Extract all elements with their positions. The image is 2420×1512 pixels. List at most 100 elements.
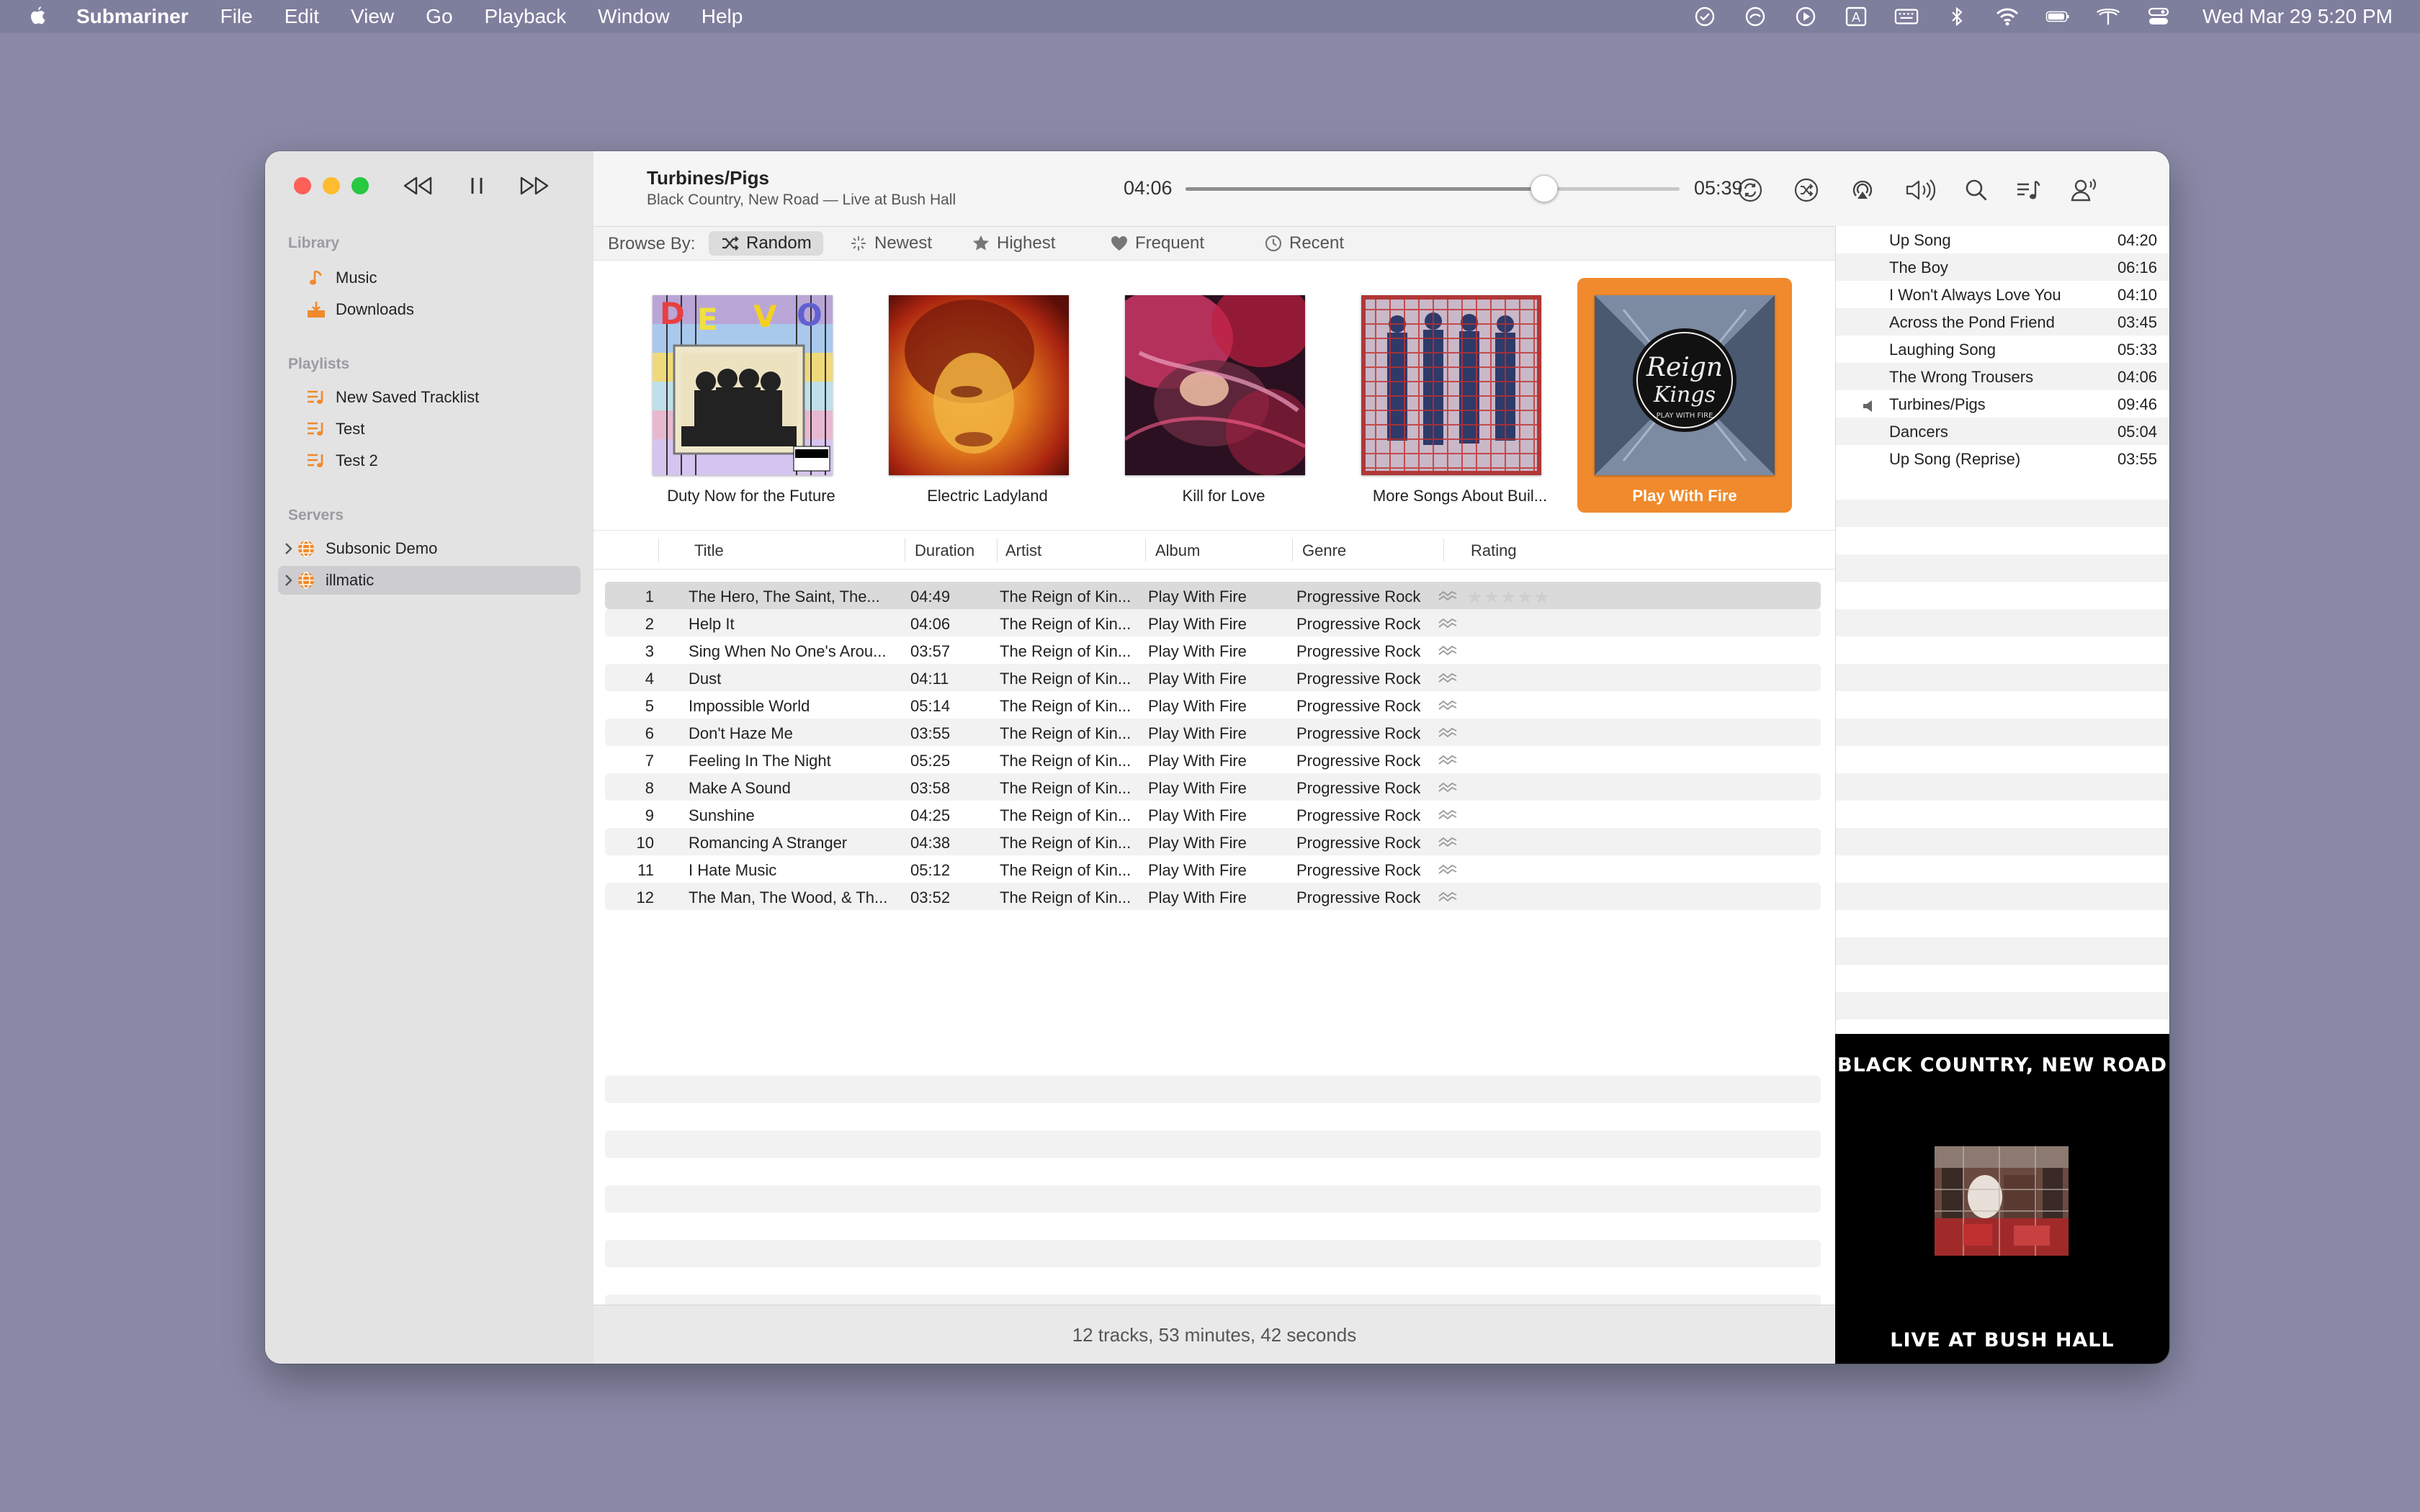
track-title: Sunshine [689, 806, 755, 824]
browse-recent-button[interactable]: Recent [1252, 231, 1355, 256]
sidebar-item-illmatic[interactable]: illmatic [278, 566, 581, 595]
bluetooth-icon[interactable] [1945, 6, 1969, 27]
app-menu[interactable]: Submariner [76, 5, 189, 28]
queue-item[interactable]: The Boy 06:16 [1836, 253, 2169, 281]
go-menu[interactable]: Go [426, 5, 452, 28]
disclosure-chevron-icon[interactable] [284, 573, 294, 592]
file-menu[interactable]: File [220, 5, 253, 28]
browse-bar: Browse By: Random Newest Highest Frequen… [593, 227, 1835, 261]
apple-menu-icon[interactable] [27, 5, 49, 28]
network-icon[interactable] [2096, 6, 2120, 27]
table-row[interactable]: 1 The Hero, The Saint, The... 04:49 The Rei… [605, 582, 1821, 609]
album-tile[interactable]: More Songs About Buil... [1344, 278, 1547, 513]
table-row[interactable]: 2 Help It 04:06 The Reign of Kin... Play Wit… [605, 609, 1821, 636]
menu-clock[interactable]: Wed Mar 29 5:20 PM [2202, 5, 2393, 28]
playback-menu[interactable]: Playback [485, 5, 567, 28]
keyboard-icon[interactable] [1894, 6, 1919, 27]
browse-frequent-button[interactable]: Frequent [1098, 231, 1216, 256]
sidebar-item-music[interactable]: Music [278, 264, 581, 292]
album-tile[interactable]: Electric Ladyland [871, 278, 1069, 513]
queue-item[interactable]: Dancers 05:04 [1836, 418, 2169, 445]
progress-slider[interactable] [1186, 175, 1680, 202]
window-zoom-button[interactable] [351, 177, 369, 194]
shuffle-button[interactable] [1791, 176, 1822, 204]
album-tile[interactable]: Kill for Love [1108, 278, 1305, 513]
queue-empty-row [1836, 719, 2169, 746]
repeat-button[interactable] [1734, 176, 1766, 204]
table-row[interactable]: 10 Romancing A Stranger 04:38 The Reign of … [605, 828, 1821, 855]
browse-highest-button[interactable]: Highest [959, 231, 1067, 256]
volume-button[interactable] [1904, 176, 1936, 204]
album-cover: D E V O [653, 295, 833, 475]
queue-item[interactable]: Laughing Song 05:33 [1836, 336, 2169, 363]
queue-item[interactable]: Turbines/Pigs 09:46 [1836, 390, 2169, 418]
window-menu[interactable]: Window [598, 5, 670, 28]
queue-item[interactable]: The Wrong Trousers 04:06 [1836, 363, 2169, 390]
table-row[interactable]: 4 Dust 04:11 The Reign of Kin... Play With F… [605, 664, 1821, 691]
column-header-duration[interactable]: Duration [915, 541, 974, 560]
account-button[interactable] [2069, 176, 2100, 204]
queue-item-duration: 04:10 [2117, 286, 2157, 304]
empty-row [605, 1130, 1821, 1158]
focus-icon[interactable] [1743, 6, 1767, 27]
battery-icon[interactable] [2045, 6, 2070, 27]
browse-newest-button[interactable]: Newest [837, 231, 944, 256]
playlist-icon [305, 418, 327, 440]
column-header-rating[interactable]: Rating [1471, 541, 1517, 560]
edit-menu[interactable]: Edit [284, 5, 319, 28]
browse-random-button[interactable]: Random [709, 231, 823, 256]
queue-item[interactable]: Up Song 04:20 [1836, 226, 2169, 253]
sidebar-item-test[interactable]: Test [278, 415, 581, 444]
progress-knob[interactable] [1531, 175, 1559, 202]
queue-button[interactable] [2012, 176, 2044, 204]
search-button[interactable] [1960, 176, 1992, 204]
table-row[interactable]: 12 The Man, The Wood, & Th... 03:52 The Rei… [605, 883, 1821, 910]
airplay-button[interactable] [1847, 176, 1878, 204]
artwork-photo [1935, 1146, 2069, 1256]
previous-track-button[interactable] [400, 171, 435, 200]
queue-item[interactable]: Up Song (Reprise) 03:55 [1836, 445, 2169, 472]
table-row[interactable]: 9 Sunshine 04:25 The Reign of Kin... Play Wi… [605, 801, 1821, 828]
rating-stars[interactable]: ★★★★★ [1466, 586, 1551, 608]
album-tile[interactable]: D E V O Duty Now for the Future [635, 278, 835, 513]
queue-empty-row [1836, 937, 2169, 965]
window-minimize-button[interactable] [323, 177, 340, 194]
column-header-genre[interactable]: Genre [1302, 541, 1346, 560]
view-menu[interactable]: View [351, 5, 394, 28]
table-row[interactable]: 8 Make A Sound 03:58 The Reign of Kin... Pla… [605, 773, 1821, 801]
pause-button[interactable] [460, 171, 494, 200]
column-header-title[interactable]: Title [694, 541, 724, 560]
wifi-icon[interactable] [1995, 6, 2020, 27]
queue-item[interactable]: I Won't Always Love You 04:10 [1836, 281, 2169, 308]
track-duration: 05:12 [910, 861, 951, 879]
album-tile-selected[interactable]: Reign Kings PLAY WITH FIRE Play With Fir… [1577, 278, 1792, 513]
sidebar-item-subsonic-demo[interactable]: Subsonic Demo [278, 534, 581, 563]
table-row[interactable]: 6 Don't Haze Me 03:55 The Reign of Kin... Pl… [605, 719, 1821, 746]
input-source-icon[interactable]: A [1844, 6, 1868, 27]
control-center-icon[interactable] [2146, 6, 2171, 27]
column-header-album[interactable]: Album [1155, 541, 1200, 560]
next-track-button[interactable] [517, 171, 552, 200]
track-album: Play With Fire [1148, 642, 1247, 660]
window-close-button[interactable] [294, 177, 311, 194]
checkmark-circle-icon[interactable] [1693, 6, 1717, 27]
queue-item-title: I Won't Always Love You [1889, 286, 2061, 304]
sidebar-item-new-saved-tracklist[interactable]: New Saved Tracklist [278, 383, 581, 412]
track-genre: Progressive Rock [1296, 697, 1421, 715]
queue-empty-row [1836, 883, 2169, 910]
track-genre: Progressive Rock [1296, 670, 1421, 688]
playlist-icon [305, 387, 327, 408]
table-row[interactable]: 5 Impossible World 05:14 The Reign of Kin..… [605, 691, 1821, 719]
table-row[interactable]: 11 I Hate Music 05:12 The Reign of Kin... Pl… [605, 855, 1821, 883]
column-header-artist[interactable]: Artist [1005, 541, 1041, 560]
rewind-icon [403, 176, 432, 195]
table-row[interactable]: 3 Sing When No One's Arou... 03:57 The Reig… [605, 636, 1821, 664]
disclosure-chevron-icon[interactable] [284, 541, 294, 560]
queue-item[interactable]: Across the Pond Friend 03:45 [1836, 308, 2169, 336]
help-menu[interactable]: Help [702, 5, 743, 28]
table-row[interactable]: 7 Feeling In The Night 05:25 The Reign of K… [605, 746, 1821, 773]
browse-option-label: Random [746, 233, 812, 253]
sidebar-item-test-2[interactable]: Test 2 [278, 446, 581, 475]
sidebar-item-downloads[interactable]: Downloads [278, 295, 581, 324]
play-circle-icon[interactable] [1793, 6, 1818, 27]
